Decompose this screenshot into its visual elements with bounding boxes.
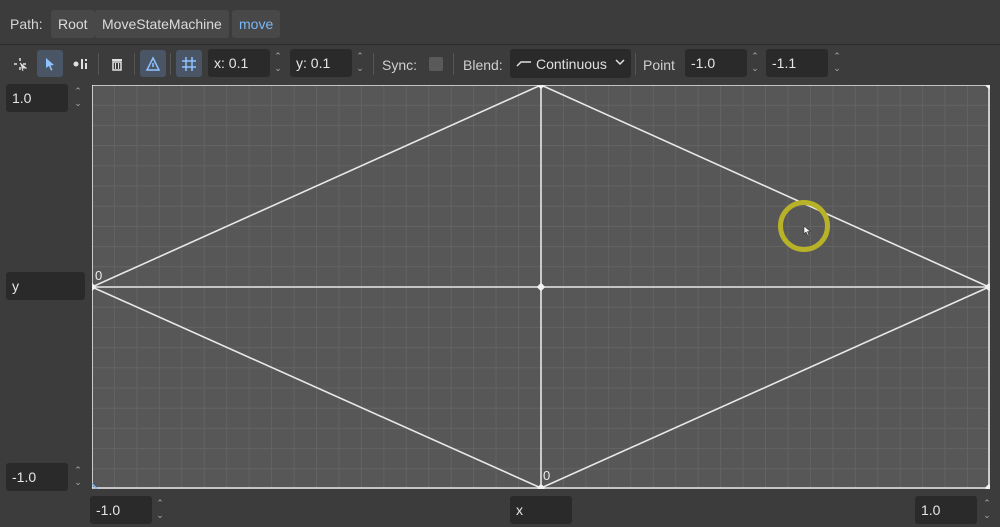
blend-triangles-button[interactable] xyxy=(140,50,166,77)
point-y-stepper[interactable]: ⌃ ⌄ xyxy=(831,50,843,76)
snap-grid-icon xyxy=(182,56,196,71)
toolbar-separator xyxy=(635,53,636,75)
blendspace-canvas[interactable]: 0 0 xyxy=(92,85,990,489)
blend-point-handle[interactable] xyxy=(984,282,990,292)
point-label: Point xyxy=(643,57,675,73)
max-y-input[interactable]: 1.0 xyxy=(6,84,68,112)
blend-point-handle[interactable] xyxy=(984,483,990,489)
blend-curve-icon xyxy=(516,61,531,67)
toolbar-separator xyxy=(170,53,171,75)
blend-mode-value: Continuous xyxy=(536,56,607,72)
point-y-input[interactable]: -1.1 xyxy=(766,49,828,77)
snap-y-input[interactable]: y: 0.1 xyxy=(290,49,352,77)
create-point-button[interactable] xyxy=(7,50,33,77)
blend-point-handle[interactable] xyxy=(536,282,546,292)
snap-grid-button[interactable] xyxy=(176,50,202,77)
toolbar-separator xyxy=(453,53,454,75)
blend-mode-dropdown[interactable]: Continuous xyxy=(510,49,631,78)
create-triangle-icon xyxy=(73,58,87,69)
mouse-pointer-icon xyxy=(803,225,812,237)
blendspace-grid xyxy=(92,85,990,489)
select-tool-button[interactable] xyxy=(37,50,63,77)
sync-checkbox[interactable] xyxy=(429,57,443,71)
chevron-down-icon xyxy=(615,59,625,66)
min-x-stepper[interactable]: ⌃ ⌄ xyxy=(154,497,166,523)
y-label-input[interactable]: y xyxy=(6,272,85,300)
breadcrumb-movestatemachine[interactable]: MoveStateMachine xyxy=(95,10,229,38)
y-axis-controls: 1.0 ⌃ ⌄ y -1.0 ⌃ ⌄ xyxy=(0,82,92,527)
zero-label-x: 0 xyxy=(543,468,551,483)
toolbar-separator xyxy=(98,53,99,75)
delete-button[interactable] xyxy=(104,50,130,77)
create-triangle-button[interactable] xyxy=(68,50,94,77)
blend-triangles-icon xyxy=(145,55,161,71)
toolbar-separator xyxy=(373,53,374,75)
blend-point-handle[interactable] xyxy=(92,282,97,292)
x-label-input[interactable]: x xyxy=(510,496,572,524)
blend-label: Blend: xyxy=(463,57,503,73)
point-x-input[interactable]: -1.0 xyxy=(685,49,747,77)
path-label: Path: xyxy=(10,16,43,32)
breadcrumb-move[interactable]: move xyxy=(232,10,281,38)
point-x-stepper[interactable]: ⌃ ⌄ xyxy=(749,50,761,76)
min-y-input[interactable]: -1.0 xyxy=(6,463,68,491)
toolbar-separator xyxy=(134,53,135,75)
blend-point-handle[interactable] xyxy=(984,85,990,90)
max-x-stepper[interactable]: ⌃ ⌄ xyxy=(981,497,993,523)
create-point-icon xyxy=(14,57,28,71)
max-y-stepper[interactable]: ⌃ ⌄ xyxy=(72,85,84,111)
max-x-input[interactable]: 1.0 xyxy=(915,496,977,524)
snap-y-stepper[interactable]: ⌃ ⌄ xyxy=(354,50,366,76)
select-icon xyxy=(46,57,54,70)
breadcrumb-root[interactable]: Root xyxy=(51,10,95,38)
x-axis-controls: -1.0 ⌃ ⌄ x 1.0 ⌃ ⌄ xyxy=(0,490,1000,527)
sync-label: Sync: xyxy=(382,57,418,73)
zero-label-y: 0 xyxy=(95,268,103,283)
delete-icon xyxy=(112,58,122,71)
path-bar: Path: Root MoveStateMachine move xyxy=(0,0,1000,45)
min-y-stepper[interactable]: ⌃ ⌄ xyxy=(72,464,84,490)
min-x-input[interactable]: -1.0 xyxy=(90,496,152,524)
snap-x-stepper[interactable]: ⌃ ⌄ xyxy=(272,50,284,76)
blendspace-toolbar: x: 0.1 ⌃ ⌄ y: 0.1 ⌃ ⌄ Sync: Blend: Continu… xyxy=(0,45,1000,82)
snap-x-input[interactable]: x: 0.1 xyxy=(208,49,270,77)
